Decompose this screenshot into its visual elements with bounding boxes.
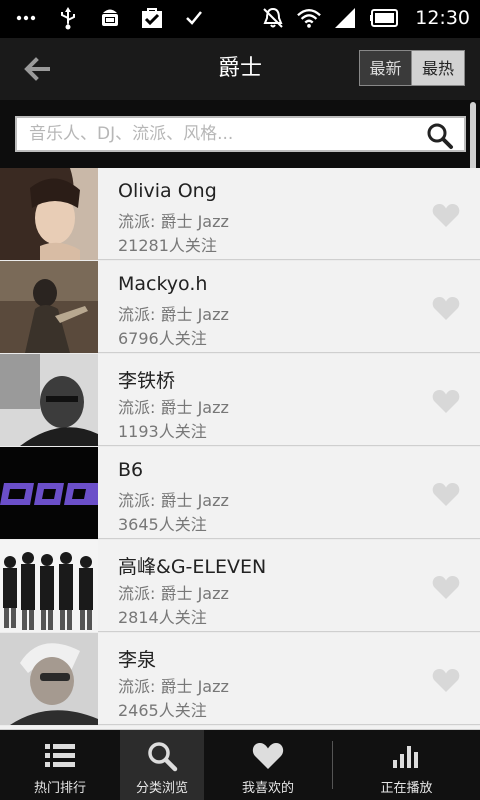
sort-newest-button[interactable]: 最新 — [359, 50, 412, 86]
heart-icon — [432, 390, 460, 413]
heart-icon — [432, 204, 460, 227]
favorite-button[interactable] — [432, 295, 460, 321]
artist-genre: 流派: 爵士 Jazz — [118, 212, 229, 231]
usb-icon — [56, 6, 80, 30]
status-bar: 12:30 — [0, 0, 480, 38]
tab-now-playing[interactable]: 正在播放 — [333, 730, 480, 800]
artist-name: 李泉 — [118, 649, 157, 671]
tab-label: 我喜欢的 — [241, 781, 294, 796]
artist-genre: 流派: 爵士 Jazz — [118, 677, 229, 696]
list-item[interactable]: Mackyo.h 流派: 爵士 Jazz 6796人关注 — [0, 261, 480, 353]
heart-icon — [432, 483, 460, 506]
sort-toggle: 最新 最热 — [359, 50, 465, 86]
heart-icon — [432, 669, 460, 692]
list-item[interactable]: 李铁桥 流派: 爵士 Jazz 1193人关注 — [0, 354, 480, 446]
signal-icon — [333, 6, 357, 30]
shopping-bag-check-icon — [140, 6, 164, 30]
search-box — [15, 116, 466, 152]
artist-name: Olivia Ong — [118, 180, 217, 202]
search-input[interactable] — [29, 118, 419, 150]
tab-hot-ranking[interactable]: 热门排行 — [0, 730, 120, 800]
artist-thumbnail — [0, 261, 98, 353]
artist-followers: 2814人关注 — [118, 608, 207, 627]
heart-icon — [432, 576, 460, 599]
search-icon — [145, 740, 179, 772]
artist-name: 高峰&G-ELEVEN — [118, 556, 267, 578]
favorite-button[interactable] — [432, 481, 460, 507]
equalizer-icon — [390, 740, 424, 772]
artist-genre: 流派: 爵士 Jazz — [118, 491, 229, 510]
battery-icon — [369, 6, 401, 30]
dots-icon — [14, 6, 38, 30]
tab-category-browse[interactable]: 分类浏览 — [120, 730, 204, 800]
search-icon[interactable] — [426, 122, 454, 150]
list-icon — [43, 740, 77, 772]
artist-thumbnail — [0, 168, 98, 260]
artist-thumbnail — [0, 447, 98, 539]
tab-label: 分类浏览 — [135, 781, 188, 796]
favorite-button[interactable] — [432, 388, 460, 414]
status-bar-system: 12:30 — [261, 6, 470, 30]
favorite-button[interactable] — [432, 574, 460, 600]
artist-followers: 21281人关注 — [118, 236, 217, 255]
artist-followers: 2465人关注 — [118, 701, 207, 720]
list-item[interactable]: Olivia Ong 流派: 爵士 Jazz 21281人关注 — [0, 168, 480, 260]
back-arrow-icon — [24, 57, 50, 81]
artist-name: B6 — [118, 459, 144, 481]
artist-name: 李铁桥 — [118, 370, 176, 392]
favorite-button[interactable] — [432, 202, 460, 228]
tab-my-favorites[interactable]: 我喜欢的 — [204, 730, 332, 800]
status-time: 12:30 — [415, 7, 470, 29]
tab-label: 热门排行 — [33, 781, 86, 796]
header-bar: 爵士 最新 最热 — [0, 38, 480, 100]
list-item[interactable]: B6 流派: 爵士 Jazz 3645人关注 — [0, 447, 480, 539]
search-bar-container — [0, 100, 480, 168]
artist-followers: 1193人关注 — [118, 422, 207, 441]
wifi-icon — [297, 6, 322, 30]
artist-name: Mackyo.h — [118, 273, 208, 295]
back-button[interactable] — [20, 52, 54, 86]
artist-genre: 流派: 爵士 Jazz — [118, 305, 229, 324]
artist-thumbnail — [0, 633, 98, 725]
list-item[interactable]: 高峰&G-ELEVEN 流派: 爵士 Jazz 2814人关注 — [0, 540, 480, 632]
artist-list: Olivia Ong 流派: 爵士 Jazz 21281人关注 Mackyo.h… — [0, 168, 480, 730]
status-bar-notifications — [14, 6, 206, 30]
heart-icon — [432, 297, 460, 320]
tab-label: 正在播放 — [380, 781, 433, 796]
favorite-button[interactable] — [432, 667, 460, 693]
android-icon — [98, 6, 122, 30]
list-item[interactable]: 李泉 流派: 爵士 Jazz 2465人关注 — [0, 633, 480, 725]
artist-genre: 流派: 爵士 Jazz — [118, 398, 229, 417]
artist-thumbnail — [0, 354, 98, 446]
artist-followers: 3645人关注 — [118, 515, 207, 534]
artist-genre: 流派: 爵士 Jazz — [118, 584, 229, 603]
heart-icon — [251, 740, 285, 772]
check-icon — [182, 6, 206, 30]
sort-hottest-button[interactable]: 最热 — [412, 50, 465, 86]
artist-followers: 6796人关注 — [118, 329, 207, 348]
alarm-off-icon — [261, 6, 285, 30]
bottom-navigation: 热门排行 分类浏览 我喜欢的 正在播放 — [0, 730, 480, 800]
artist-thumbnail — [0, 540, 98, 632]
